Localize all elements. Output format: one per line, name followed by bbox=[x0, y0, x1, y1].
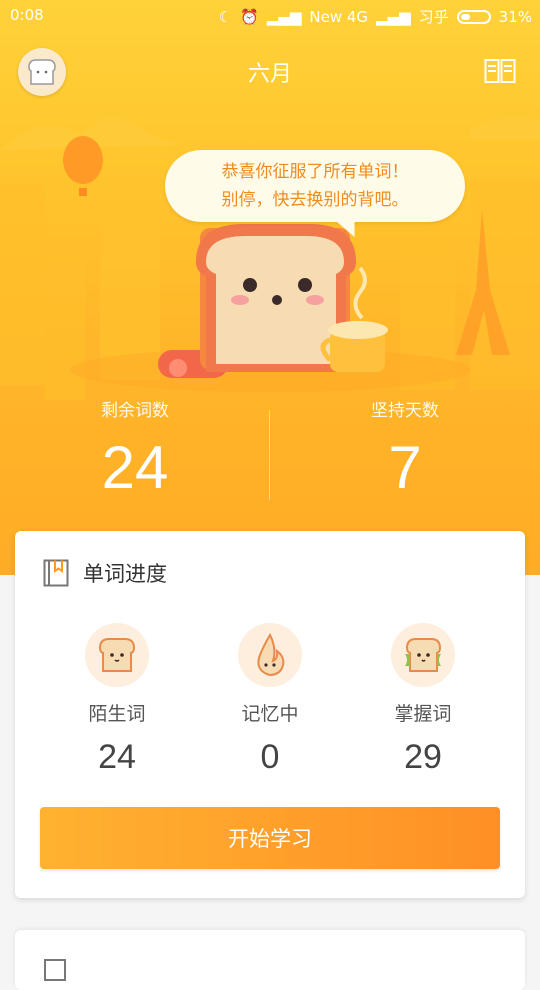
notebook-icon bbox=[43, 559, 69, 587]
top-bar: 六月 bbox=[0, 40, 540, 104]
card-icon bbox=[44, 959, 66, 981]
progress-item-learning[interactable]: 记忆中 0 bbox=[210, 623, 330, 777]
word-progress-card: 单词进度 陌生词 24 记忆中 0 掌握词 29 开始学习 bbox=[15, 531, 525, 898]
signal-icon-2: ▂▄▆ bbox=[376, 7, 411, 26]
app-label: 习乎 bbox=[418, 8, 449, 26]
progress-label-unknown: 陌生词 bbox=[88, 703, 146, 725]
wordbook-button[interactable] bbox=[484, 58, 516, 84]
card-title: 单词进度 bbox=[83, 562, 167, 586]
status-bar: 0:08 ☾ ⏰ ▂▄▆ New 4G ▂▄▆ 习乎 31% bbox=[0, 0, 540, 32]
battery-icon bbox=[456, 9, 491, 24]
flame-icon bbox=[238, 623, 302, 687]
sandwich-icon bbox=[391, 623, 455, 687]
progress-label-learning: 记忆中 bbox=[241, 703, 299, 725]
alarm-icon: ⏰ bbox=[240, 7, 259, 26]
card-header: 单词进度 bbox=[43, 558, 167, 588]
page-title: 六月 bbox=[247, 62, 292, 87]
bubble-line-2: 别停，快去换别的背吧。 bbox=[221, 190, 409, 210]
status-indicators: ☾ ⏰ ▂▄▆ New 4G ▂▄▆ 习乎 31% bbox=[219, 6, 532, 27]
streak-days-stat: 坚持天数 7 bbox=[270, 396, 540, 502]
toast-icon bbox=[85, 623, 149, 687]
remaining-words-stat: 剩余词数 24 bbox=[0, 396, 270, 502]
bubble-line-1: 恭喜你征服了所有单词！ bbox=[221, 162, 409, 182]
progress-item-mastered[interactable]: 掌握词 29 bbox=[363, 623, 483, 777]
progress-value-mastered: 29 bbox=[404, 738, 442, 776]
start-learning-button[interactable]: 开始学习 bbox=[40, 807, 500, 869]
progress-value-unknown: 24 bbox=[98, 738, 136, 776]
streak-days-value: 7 bbox=[388, 434, 422, 501]
remaining-words-value: 24 bbox=[101, 434, 169, 501]
speech-bubble: 恭喜你征服了所有单词！ 别停，快去换别的背吧。 bbox=[165, 150, 465, 222]
battery-level: 31% bbox=[498, 7, 532, 26]
secondary-card bbox=[15, 930, 525, 990]
hero-banner: 0:08 ☾ ⏰ ▂▄▆ New 4G ▂▄▆ 习乎 31% 六月 恭喜你征服了… bbox=[0, 0, 540, 575]
signal-icon: ▂▄▆ bbox=[266, 7, 302, 26]
progress-item-unknown[interactable]: 陌生词 24 bbox=[57, 623, 177, 777]
book-icon bbox=[484, 59, 516, 83]
network-label: New 4G bbox=[309, 7, 369, 26]
moon-icon: ☾ bbox=[218, 7, 233, 26]
streak-days-label: 坚持天数 bbox=[371, 401, 439, 421]
status-time: 0:08 bbox=[10, 6, 44, 24]
progress-value-learning: 0 bbox=[260, 738, 280, 776]
remaining-words-label: 剩余词数 bbox=[101, 401, 169, 421]
progress-label-mastered: 掌握词 bbox=[394, 703, 452, 725]
